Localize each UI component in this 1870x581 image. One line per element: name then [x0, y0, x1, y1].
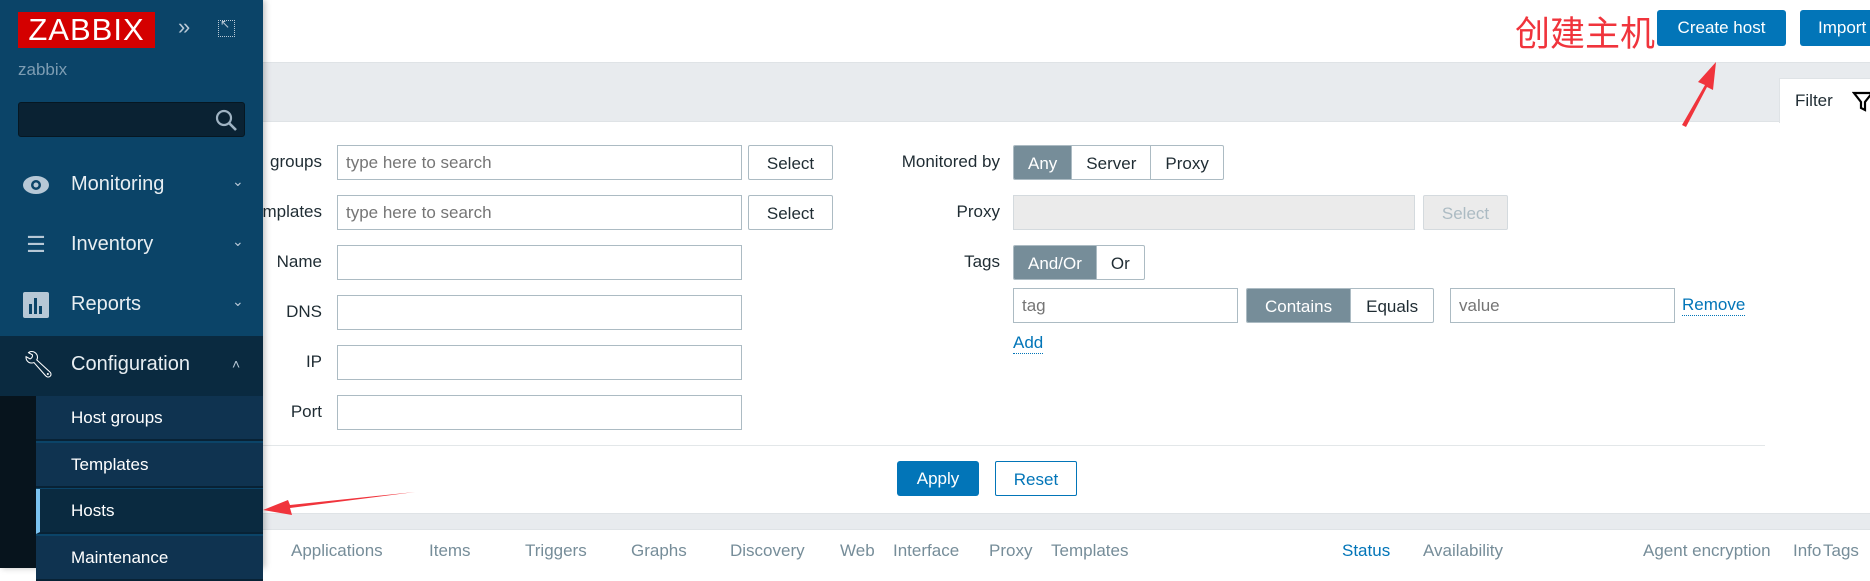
menu-reports[interactable]: Reports ⌄ [0, 276, 263, 334]
tag-add-link[interactable]: Add [1013, 333, 1044, 354]
menu-configuration[interactable]: 🔧︎ Configuration ˄ [0, 336, 263, 396]
templates-input[interactable] [337, 195, 742, 230]
col-items: Items [429, 541, 471, 560]
host-groups-select-button[interactable]: Select [748, 145, 833, 180]
eye-icon [23, 176, 49, 194]
submenu-templates[interactable]: Templates [36, 443, 263, 488]
tag-operator-contains[interactable]: Contains [1247, 289, 1352, 322]
submenu-maintenance[interactable]: Maintenance [36, 536, 263, 581]
tag-operator-toggle: Contains Equals [1246, 288, 1435, 323]
arrow-to-hosts [263, 492, 415, 515]
templates-select-button[interactable]: Select [748, 195, 833, 230]
apply-button[interactable]: Apply [897, 461, 979, 496]
col-discovery: Discovery [730, 541, 805, 560]
col-agent-encryption: Agent encryption [1643, 541, 1771, 560]
divider [263, 445, 1765, 446]
menu-inventory[interactable]: ☰ Inventory ⌄ [0, 216, 263, 274]
zabbix-logo[interactable]: ZABBIX [18, 12, 155, 48]
sidebar: ZABBIX » ↖ zabbix Monitoring ⌄ ☰ Inventor… [0, 0, 263, 581]
chevron-down-icon: ⌄ [232, 293, 244, 309]
chevron-up-icon: ˄ [232, 356, 241, 372]
filter-tab[interactable]: Filter [1779, 78, 1870, 123]
menu-label: Reports [71, 293, 142, 315]
monitored-by-proxy[interactable]: Proxy [1151, 146, 1222, 179]
col-interface: Interface [893, 541, 960, 560]
chevron-down-icon: ⌄ [232, 233, 244, 249]
submenu-hosts[interactable]: Hosts [36, 489, 263, 534]
monitored-by-label: Monitored by [901, 152, 1000, 171]
funnel-icon [1852, 91, 1870, 112]
host-groups-input[interactable] [337, 145, 742, 180]
menu-label: Monitoring [71, 173, 165, 195]
tag-value-input[interactable] [1450, 288, 1675, 323]
annotation-create-host: 创建主机 [1515, 15, 1656, 54]
col-web: Web [840, 541, 875, 560]
col-proxy: Proxy [989, 541, 1033, 560]
filter-bar [263, 62, 1870, 122]
reset-button[interactable]: Reset [995, 461, 1077, 496]
port-input[interactable] [337, 395, 742, 430]
dns-input[interactable] [337, 295, 742, 330]
expand-icon[interactable]: ↖ [218, 17, 235, 37]
col-templates: Templates [1051, 541, 1129, 560]
search-icon[interactable] [214, 108, 238, 132]
tag-operator-equals[interactable]: Equals [1351, 289, 1433, 322]
bar-chart-icon [23, 292, 49, 318]
menu-label: Inventory [71, 233, 154, 255]
list-icon: ☰ [26, 232, 46, 257]
chevrons-right-icon[interactable]: » [178, 14, 190, 40]
proxy-select-button: Select [1423, 195, 1508, 230]
wrench-icon: 🔧︎ [22, 349, 56, 379]
proxy-label: Proxy [956, 202, 1000, 221]
submenu-host-groups[interactable]: Host groups [36, 396, 263, 441]
menu-monitoring[interactable]: Monitoring ⌄ [0, 156, 263, 214]
proxy-input [1013, 195, 1415, 230]
menu-label: Configuration [71, 353, 190, 375]
submenu-gutter [0, 396, 36, 568]
col-availability: Availability [1423, 541, 1504, 560]
chevron-down-icon: ⌄ [232, 173, 244, 189]
filter-tab-label: Filter [1795, 91, 1833, 110]
col-applications: Applications [291, 541, 383, 560]
col-graphs: Graphs [631, 541, 687, 560]
ip-input[interactable] [337, 345, 742, 380]
tag-remove-link[interactable]: Remove [1682, 295, 1746, 316]
import-button[interactable]: Import [1800, 10, 1870, 46]
col-status[interactable]: Status [1342, 541, 1390, 561]
tag-name-input[interactable] [1013, 288, 1238, 323]
col-triggers: Triggers [525, 541, 587, 560]
monitored-by-toggle: Any Server Proxy [1013, 145, 1224, 180]
sidebar-search-input[interactable] [18, 102, 245, 137]
server-name: zabbix [18, 60, 68, 79]
create-host-button[interactable]: Create host [1657, 10, 1786, 46]
col-tags[interactable]: Tags [1823, 541, 1859, 561]
tags-or[interactable]: Or [1097, 246, 1144, 279]
tags-evaltype-toggle: And/Or Or [1013, 245, 1145, 280]
tags-label: Tags [964, 252, 1000, 271]
monitored-by-server[interactable]: Server [1072, 146, 1152, 179]
monitored-by-any[interactable]: Any [1014, 146, 1073, 179]
table-separator [263, 513, 1870, 530]
col-info: Info [1793, 541, 1822, 560]
tags-and-or[interactable]: And/Or [1014, 246, 1097, 279]
name-input[interactable] [337, 245, 742, 280]
